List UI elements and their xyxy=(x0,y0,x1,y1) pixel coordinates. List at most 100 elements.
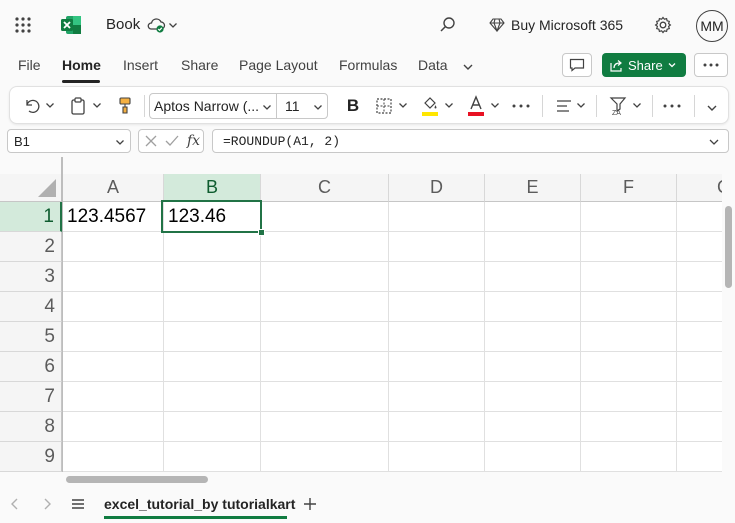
grid-cell[interactable] xyxy=(261,322,389,352)
grid-cell[interactable] xyxy=(63,412,164,442)
grid-cell[interactable] xyxy=(485,382,581,412)
align-icon[interactable] xyxy=(554,96,574,116)
insert-function-icon[interactable]: fx xyxy=(187,133,200,149)
grid-cell[interactable] xyxy=(581,232,677,262)
chevron-down-icon[interactable] xyxy=(444,100,454,110)
document-title[interactable]: Book xyxy=(106,16,140,33)
bold-button[interactable]: B xyxy=(343,95,363,117)
chevron-down-icon[interactable] xyxy=(398,100,408,110)
grid-cell[interactable] xyxy=(164,442,261,472)
chevron-down-icon[interactable] xyxy=(708,137,720,147)
grid-cell[interactable] xyxy=(389,382,485,412)
column-header-d[interactable]: D xyxy=(389,174,485,202)
grid-cell[interactable] xyxy=(677,232,722,262)
grid-cell[interactable] xyxy=(581,412,677,442)
avatar[interactable]: MM xyxy=(696,10,728,42)
sheet-tab-active[interactable]: excel_tutorial_by tutorialkart xyxy=(104,496,295,512)
font-color-icon[interactable] xyxy=(466,94,486,118)
grid-cell[interactable] xyxy=(261,232,389,262)
grid-cell[interactable] xyxy=(63,322,164,352)
tab-insert[interactable]: Insert xyxy=(123,57,158,73)
chevron-down-icon[interactable] xyxy=(576,100,586,110)
app-launcher-icon[interactable] xyxy=(13,15,33,35)
grid-cell[interactable] xyxy=(485,352,581,382)
grid-cell[interactable] xyxy=(581,382,677,412)
grid-cell[interactable] xyxy=(261,382,389,412)
font-size-select[interactable]: 11 xyxy=(276,93,328,119)
grid-cell[interactable] xyxy=(677,352,722,382)
grid-cell[interactable] xyxy=(63,292,164,322)
column-header-f[interactable]: F xyxy=(581,174,677,202)
grid-cell[interactable] xyxy=(485,322,581,352)
tab-formulas[interactable]: Formulas xyxy=(339,57,397,73)
column-header-a[interactable]: A xyxy=(63,174,164,202)
previous-sheet-icon[interactable] xyxy=(8,497,22,511)
grid-cell[interactable] xyxy=(261,412,389,442)
row-header-1[interactable]: 1 xyxy=(0,202,62,232)
grid-cell[interactable] xyxy=(485,442,581,472)
column-header-b[interactable]: B xyxy=(164,174,261,202)
grid-cell[interactable] xyxy=(261,262,389,292)
grid-cell[interactable] xyxy=(485,232,581,262)
more-font-options-icon[interactable] xyxy=(510,96,532,116)
cloud-saved-icon[interactable] xyxy=(145,16,167,34)
more-commands-icon[interactable] xyxy=(661,96,683,116)
grid-cell[interactable] xyxy=(164,292,261,322)
grid-cell[interactable] xyxy=(389,262,485,292)
font-name-select[interactable]: Aptos Narrow (... xyxy=(149,93,277,119)
borders-icon[interactable] xyxy=(374,96,394,116)
grid-cell[interactable] xyxy=(485,202,581,232)
grid-cell[interactable] xyxy=(261,292,389,322)
chevron-down-icon[interactable] xyxy=(632,100,642,110)
grid-cell[interactable] xyxy=(389,352,485,382)
row-header-6[interactable]: 6 xyxy=(0,352,62,382)
tab-data[interactable]: Data xyxy=(418,57,448,73)
horizontal-scrollbar[interactable] xyxy=(62,472,722,486)
grid-cell[interactable] xyxy=(261,442,389,472)
grid-cell[interactable] xyxy=(164,412,261,442)
tab-share[interactable]: Share xyxy=(181,57,218,73)
format-painter-icon[interactable] xyxy=(115,96,135,116)
more-options-icon[interactable] xyxy=(694,53,728,77)
more-tabs-chevron-icon[interactable] xyxy=(461,60,475,74)
grid-cell[interactable] xyxy=(389,442,485,472)
grid-cell[interactable] xyxy=(677,262,722,292)
check-icon[interactable] xyxy=(165,135,179,147)
grid-cell[interactable] xyxy=(389,202,485,232)
name-box[interactable]: B1 xyxy=(7,129,131,153)
grid-cell[interactable] xyxy=(261,352,389,382)
row-header-5[interactable]: 5 xyxy=(0,322,62,352)
row-header-4[interactable]: 4 xyxy=(0,292,62,322)
comments-button[interactable] xyxy=(562,53,592,77)
sort-filter-icon[interactable]: ZA xyxy=(608,95,630,117)
tab-page-layout[interactable]: Page Layout xyxy=(239,57,318,73)
grid-cell[interactable] xyxy=(63,352,164,382)
grid-cell[interactable] xyxy=(164,322,261,352)
grid-cell[interactable] xyxy=(581,202,677,232)
all-sheets-menu-icon[interactable] xyxy=(70,497,86,511)
vertical-scroll-thumb[interactable] xyxy=(725,206,732,288)
row-header-7[interactable]: 7 xyxy=(0,382,62,412)
column-header-e[interactable]: E xyxy=(485,174,581,202)
share-button[interactable]: Share xyxy=(602,53,686,77)
grid-cell[interactable] xyxy=(677,322,722,352)
grid-cell[interactable] xyxy=(677,202,722,232)
grid-cell[interactable] xyxy=(581,292,677,322)
grid-cell[interactable] xyxy=(677,292,722,322)
select-all-corner[interactable] xyxy=(0,174,62,202)
paste-icon[interactable] xyxy=(68,96,88,116)
grid-cell[interactable] xyxy=(485,412,581,442)
chevron-down-icon[interactable] xyxy=(92,100,102,110)
fill-color-icon[interactable] xyxy=(420,94,440,118)
column-header-g[interactable]: G xyxy=(677,174,722,202)
grid-cell[interactable] xyxy=(581,352,677,382)
grid-cell[interactable] xyxy=(164,232,261,262)
cancel-icon[interactable] xyxy=(145,135,157,147)
tab-home[interactable]: Home xyxy=(62,57,101,73)
grid-cell[interactable] xyxy=(389,412,485,442)
add-sheet-icon[interactable] xyxy=(302,496,318,512)
grid-cell[interactable] xyxy=(63,262,164,292)
row-header-3[interactable]: 3 xyxy=(0,262,62,292)
formula-input[interactable]: =ROUNDUP(A1, 2) xyxy=(212,129,729,153)
grid-cell[interactable] xyxy=(389,292,485,322)
